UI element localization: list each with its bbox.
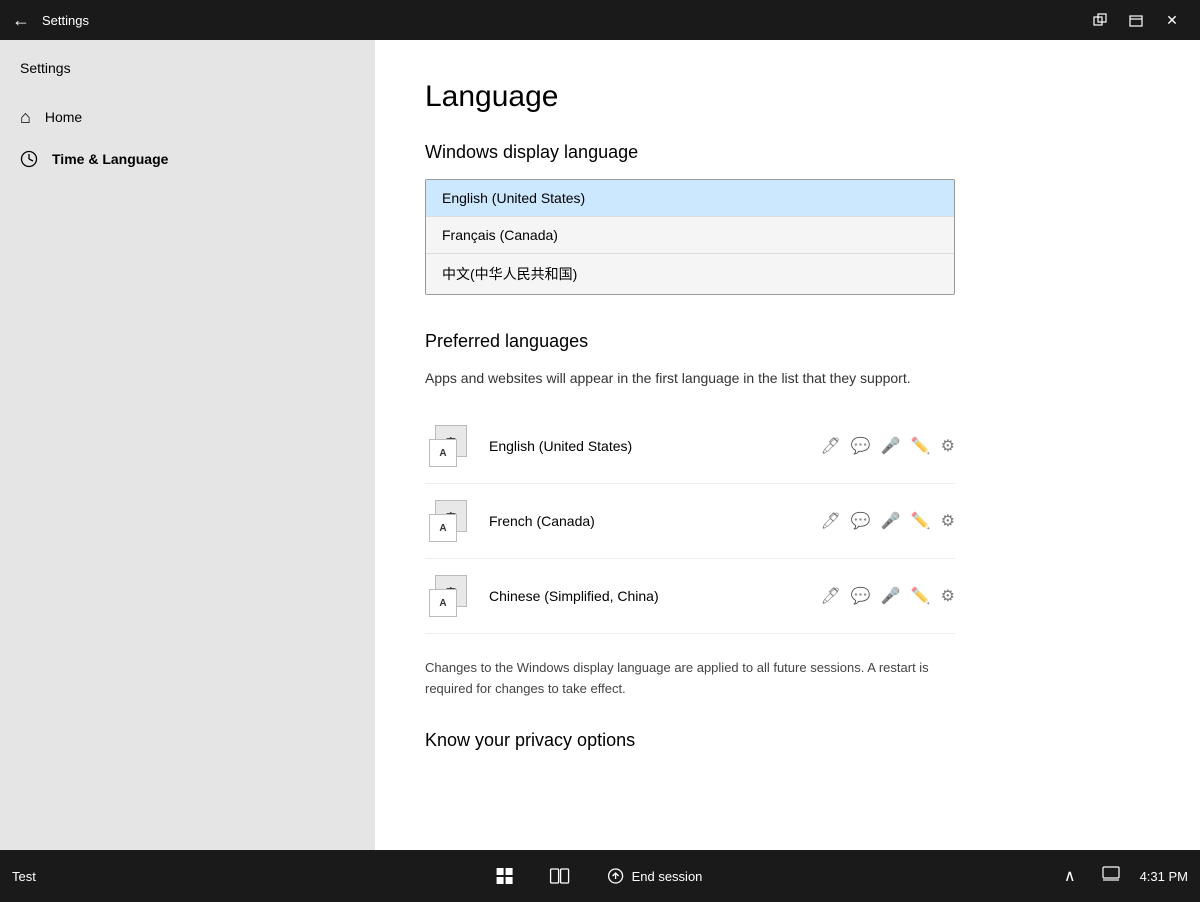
lang-settings-icon-fr[interactable]: ⚙ [941,511,955,531]
display-language-section-title: Windows display language [425,142,1150,163]
lang-settings-icon[interactable]: ⚙ [941,436,955,456]
sidebar-item-time-language[interactable]: Time & Language [0,138,375,180]
lang-list-item-zh-cn: 字 A Chinese (Simplified, China) 🖊 💬 🎤 ✏️… [425,559,955,634]
lang-pinyin-icon-fr[interactable]: 🖊 [821,511,841,531]
lang-icon-en-us: 字 A [425,421,475,471]
snap-button[interactable] [1084,6,1116,34]
lang-icon-fr-ca: 字 A [425,496,475,546]
action-center-button[interactable] [1096,862,1126,891]
sidebar-item-home[interactable]: ⌂ Home [0,96,375,138]
lang-name-zh-cn: Chinese (Simplified, China) [489,588,821,604]
time-language-icon [20,150,38,168]
task-view-button[interactable] [542,861,578,891]
lang-features-zh-cn: 🖊 💬 🎤 ✏️ ⚙ [821,586,955,606]
end-session-label: End session [632,869,703,884]
taskbar-label: Test [12,869,36,884]
lang-name-fr-ca: French (Canada) [489,513,821,529]
lang-speech-icon-zh[interactable]: 💬 [851,586,871,606]
lang-name-en-us: English (United States) [489,438,821,454]
window-controls: ✕ [1084,6,1188,34]
display-language-dropdown: English (United States) Français (Canada… [425,179,955,295]
notifications-chevron-button[interactable]: ∧ [1058,862,1082,890]
taskbar-time: 4:31 PM [1140,869,1188,884]
lang-settings-icon-zh[interactable]: ⚙ [941,586,955,606]
lang-speech-icon-fr[interactable]: 💬 [851,511,871,531]
lang-icon-zh-cn: 字 A [425,571,475,621]
back-button[interactable]: ← [12,11,30,29]
lang-mic-icon-zh[interactable]: 🎤 [881,586,901,606]
sidebar-item-time-language-label: Time & Language [52,151,168,167]
start-button[interactable] [488,861,522,891]
lang-list-item-fr-ca: 字 A French (Canada) 🖊 💬 🎤 ✏️ ⚙ [425,484,955,559]
lang-list-item-en-us: 字 A English (United States) 🖊 💬 🎤 ✏️ ⚙ [425,409,955,484]
taskbar-right: ∧ 4:31 PM [1058,862,1188,891]
lang-mic-icon-fr[interactable]: 🎤 [881,511,901,531]
maximize-button[interactable] [1120,6,1152,34]
sidebar: Settings ⌂ Home Time & Language [0,40,375,850]
end-session-button[interactable]: End session [598,864,713,888]
lang-speech-icon[interactable]: 💬 [851,436,871,456]
preferred-languages-description: Apps and websites will appear in the fir… [425,368,945,389]
sidebar-header: Settings [0,50,375,96]
window-title: Settings [42,13,1084,28]
lang-features-fr-ca: 🖊 💬 🎤 ✏️ ⚙ [821,511,955,531]
lang-pinyin-icon[interactable]: 🖊 [821,436,841,456]
close-button[interactable]: ✕ [1156,6,1188,34]
lang-handwriting-icon-zh[interactable]: ✏️ [911,586,931,606]
privacy-section-title: Know your privacy options [425,730,1150,751]
lang-handwriting-icon-fr[interactable]: ✏️ [911,511,931,531]
app-body: Settings ⌂ Home Time & Language Language… [0,40,1200,850]
language-change-note: Changes to the Windows display language … [425,658,955,700]
home-icon: ⌂ [20,108,31,126]
main-panel: Language Windows display language Englis… [375,40,1200,850]
taskbar-center: End session [488,861,713,891]
language-option-fr-ca[interactable]: Français (Canada) [426,217,954,254]
sidebar-item-home-label: Home [45,109,82,125]
preferred-languages-section-title: Preferred languages [425,331,1150,352]
lang-pinyin-icon-zh[interactable]: 🖊 [821,586,841,606]
page-title: Language [425,80,1150,114]
lang-handwriting-icon[interactable]: ✏️ [911,436,931,456]
language-option-en-us[interactable]: English (United States) [426,180,954,217]
title-bar: ← Settings ✕ [0,0,1200,40]
taskbar: Test End session ∧ [0,850,1200,902]
lang-mic-icon[interactable]: 🎤 [881,436,901,456]
lang-features-en-us: 🖊 💬 🎤 ✏️ ⚙ [821,436,955,456]
language-option-zh-cn[interactable]: 中文(中华人民共和国) [426,254,954,294]
